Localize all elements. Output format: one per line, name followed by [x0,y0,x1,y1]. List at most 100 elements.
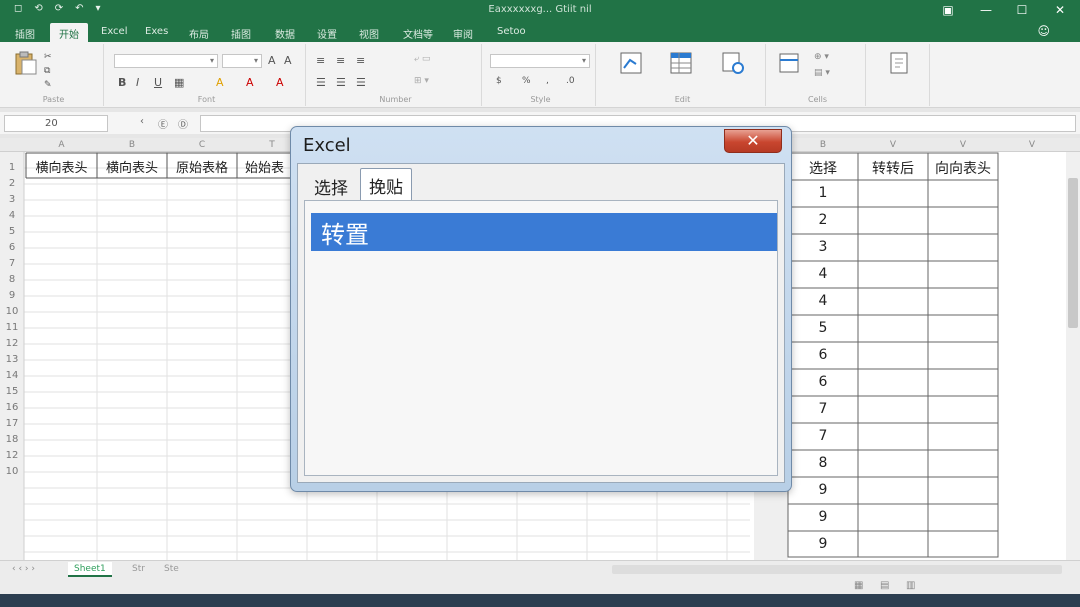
conditional-format-icon[interactable] [618,50,644,76]
tab-data[interactable]: 数据 [266,23,304,42]
wrap-text-icon[interactable]: ⤶ ▭ [414,54,430,64]
font-color-2-icon[interactable]: A [276,76,284,89]
row-header[interactable]: 4 [0,210,24,221]
decimal-icon[interactable]: .0 [566,76,575,86]
format-painter-icon[interactable]: ✎ [44,80,52,90]
row-header[interactable]: 5 [0,226,24,237]
page-break-icon[interactable]: ▥ [906,580,915,591]
fill-color-icon[interactable]: A [216,76,224,89]
format-icon[interactable]: ▤ ▾ [814,68,830,78]
row-header[interactable]: 7 [0,258,24,269]
row-header[interactable]: 12 [0,338,24,349]
transpose-option[interactable]: 转置 [311,213,777,251]
align-right-icon[interactable]: ☰ [356,76,366,89]
table-cell[interactable]: 6 [788,347,858,363]
grow-font-icon[interactable]: A [268,54,276,67]
merge-cells-icon[interactable]: ⊞ ▾ [414,76,429,86]
percent-icon[interactable]: % [522,76,531,86]
row-header[interactable]: 9 [0,290,24,301]
tab-paste[interactable]: 挽贴 [360,168,412,200]
table-cell[interactable]: 8 [788,455,858,471]
table-cell[interactable]: 9 [788,509,858,525]
row-header[interactable]: 11 [0,322,24,333]
row-header[interactable]: 14 [0,370,24,381]
underline-icon[interactable]: U [154,76,162,89]
font-size-select[interactable] [222,54,262,68]
currency-icon[interactable]: $ [496,76,502,86]
table-cell[interactable]: 4 [788,266,858,282]
row-header[interactable]: 13 [0,354,24,365]
header-cell-a1[interactable]: 横向表头 [26,157,97,176]
column-header-right-4[interactable]: V [998,138,1066,152]
tab-review[interactable]: 审阅 [444,23,482,42]
table-cell[interactable]: 5 [788,320,858,336]
sheet-nav-icon[interactable]: ‹ ‹ › › [6,562,41,577]
right-header-select[interactable]: 选择 [788,158,858,178]
bold-icon[interactable]: B [118,76,126,89]
horizontal-scrollbar[interactable] [612,565,1062,574]
tab-home[interactable]: 开始 [50,23,88,42]
sheet-tab-active[interactable]: Sheet1 [68,562,112,577]
row-header[interactable]: 18 [0,434,24,445]
font-color-icon[interactable]: A [246,76,254,89]
cell-styles-icon[interactable] [720,50,746,76]
header-cell-b1[interactable]: 横向表头 [97,157,167,176]
header-cell-c1[interactable]: 原始表格 [167,157,237,176]
row-header[interactable]: 10 [0,306,24,317]
normal-view-icon[interactable]: ▦ [854,580,863,591]
format-table-icon[interactable] [668,50,694,76]
tab-select[interactable]: 选择 [306,170,356,200]
insert-icon[interactable]: ⊕ ▾ [814,52,829,62]
row-header[interactable]: 17 [0,418,24,429]
tab-setoo[interactable]: Setoo [488,23,535,42]
row-header[interactable]: 6 [0,242,24,253]
find-select-icon[interactable] [886,50,912,76]
insert-function-icon[interactable]: Ⓓ [178,116,188,131]
row-header[interactable]: 8 [0,274,24,285]
tab-documents[interactable]: 文档等 [394,23,442,42]
comma-icon[interactable]: , [546,76,549,86]
sheet-tab[interactable]: Ste [158,562,185,577]
name-box[interactable]: 20 [4,115,108,132]
border-icon[interactable]: ▦ [174,76,184,89]
column-header-a[interactable]: A [26,138,97,152]
align-center-icon[interactable]: ☰ [336,76,346,89]
align-middle-icon[interactable]: ≡ [336,54,345,67]
table-cell[interactable]: 9 [788,482,858,498]
align-top-icon[interactable]: ≡ [316,54,325,67]
ribbon-display-icon[interactable]: ▣ [930,0,966,20]
tab-layout[interactable]: 布局 [180,23,218,42]
table-cell[interactable]: 2 [788,212,858,228]
tab-exes[interactable]: Exes [136,23,177,42]
ribbon-help-icon[interactable]: ☺ [1037,24,1050,38]
confirm-entry-icon[interactable]: Ⓔ [158,116,168,131]
right-header-transposed[interactable]: 转转后 [858,158,928,178]
right-header-direction[interactable]: 向向表头 [928,158,998,178]
tab-excel[interactable]: Excel [92,23,137,42]
row-header[interactable]: 1 [0,162,24,173]
align-left-icon[interactable]: ☰ [316,76,326,89]
table-cell[interactable]: 6 [788,374,858,390]
align-bottom-icon[interactable]: ≡ [356,54,365,67]
tab-file[interactable]: 插图 [6,23,44,42]
minimize-button[interactable]: — [968,0,1004,20]
delete-cells-icon[interactable] [776,50,802,76]
column-header-b[interactable]: B [97,138,167,152]
table-cell[interactable]: 4 [788,293,858,309]
paste-icon[interactable] [12,50,38,76]
tab-insert[interactable]: 插图 [222,23,260,42]
tab-settings[interactable]: 设置 [308,23,346,42]
column-header-right-3[interactable]: V [928,138,998,152]
column-header-right-1[interactable]: B [788,138,858,152]
cut-icon[interactable]: ✂ [44,52,52,62]
row-header[interactable]: 12 [0,450,24,461]
table-cell[interactable]: 1 [788,185,858,201]
row-header[interactable]: 10 [0,466,24,477]
maximize-button[interactable]: ☐ [1004,0,1040,20]
table-cell[interactable]: 3 [788,239,858,255]
italic-icon[interactable]: I [136,76,139,89]
table-cell[interactable]: 9 [788,536,858,552]
page-layout-icon[interactable]: ▤ [880,580,889,591]
row-header[interactable]: 2 [0,178,24,189]
copy-icon[interactable]: ⧉ [44,66,50,76]
